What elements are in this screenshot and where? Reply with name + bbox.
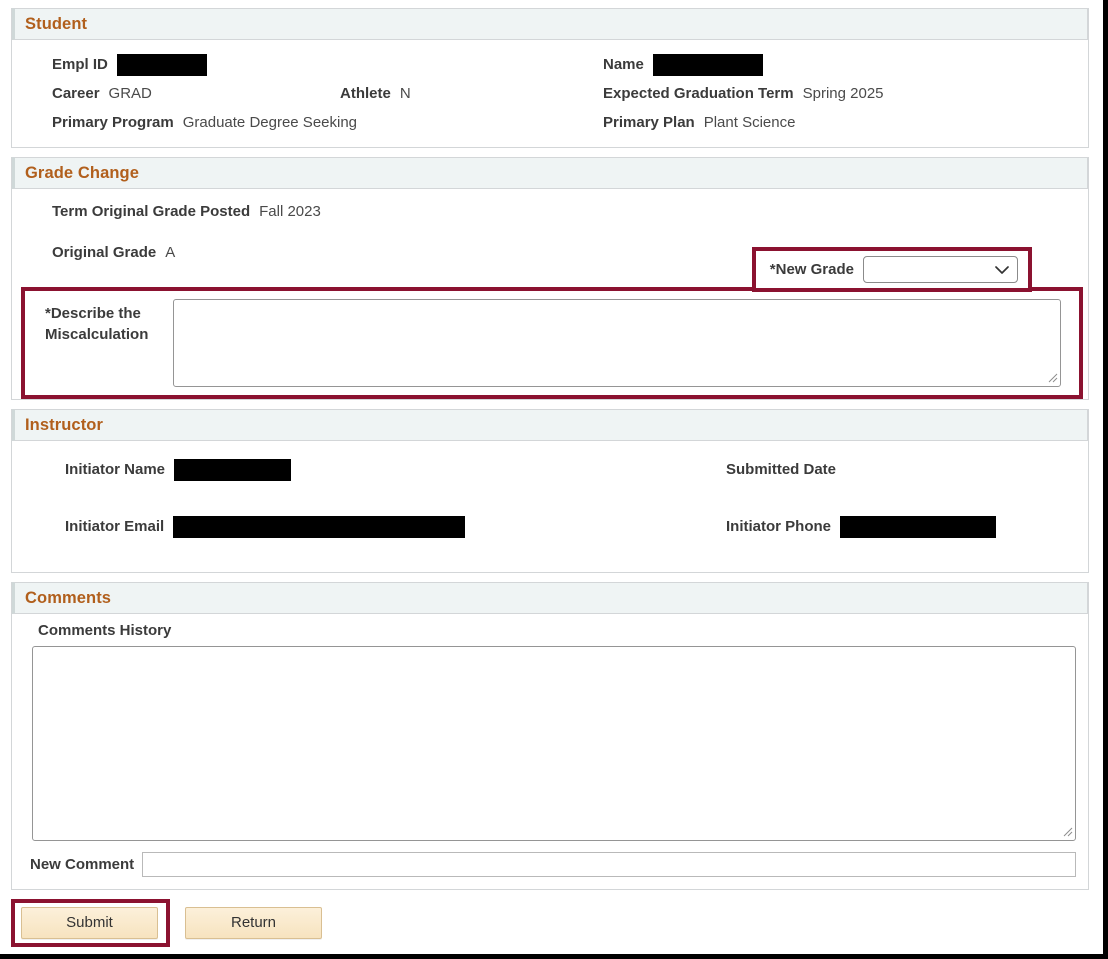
instructor-row-2: Initiator Email Initiator Phone: [12, 512, 1088, 556]
comments-history-holder: [12, 646, 1088, 841]
initiator-email-field: Initiator Email: [65, 512, 610, 541]
return-button[interactable]: Return: [185, 907, 322, 939]
student-row-2: Career GRAD Athlete N Expected Graduatio…: [12, 79, 1088, 108]
grade-change-section-header: Grade Change: [12, 157, 1088, 189]
new-comment-input[interactable]: [142, 852, 1076, 877]
athlete-value: N: [399, 85, 411, 102]
form-content: Student Empl ID Name Career GRAD Athlete…: [11, 8, 1089, 947]
empl-id-redaction: [116, 53, 207, 76]
grade-change-page: Student Empl ID Name Career GRAD Athlete…: [0, 0, 1108, 959]
instructor-section-header: Instructor: [12, 409, 1088, 441]
describe-label-line1: *Describe the: [45, 305, 141, 322]
student-section-header: Student: [12, 8, 1088, 40]
athlete-label: Athlete: [340, 85, 391, 102]
primary-plan-label: Primary Plan: [603, 114, 695, 131]
describe-miscalculation-label: *Describe the Miscalculation: [45, 299, 173, 345]
button-bar: Submit Return: [11, 899, 1089, 947]
submit-button[interactable]: Submit: [21, 907, 158, 939]
grade-change-section: Grade Change Term Original Grade Posted …: [11, 157, 1089, 400]
empl-id-field: Empl ID: [52, 50, 597, 79]
grade-change-section-title: Grade Change: [25, 163, 139, 182]
comments-section-title: Comments: [25, 588, 112, 607]
expected-graduation-term-field: Expected Graduation Term Spring 2025: [603, 79, 1088, 108]
submit-highlight-box: Submit: [11, 899, 170, 947]
submitted-date-label: Submitted Date: [726, 461, 837, 478]
athlete-field: Athlete N: [340, 79, 411, 108]
new-grade-label: *New Grade: [769, 261, 854, 278]
new-grade-highlight-box: *New Grade: [751, 247, 1032, 292]
comments-history-shell: [32, 646, 1076, 841]
instructor-section: Instructor Initiator Name Submitted Date: [11, 409, 1089, 573]
student-section-body: Empl ID Name Career GRAD Athlete N Expec…: [12, 40, 1088, 147]
initiator-email-label: Initiator Email: [65, 518, 165, 535]
comments-section: Comments Comments History New Comment: [11, 582, 1089, 890]
career-field: Career GRAD: [52, 79, 340, 108]
comments-history-label: Comments History: [38, 622, 172, 639]
new-grade-select[interactable]: [863, 256, 1018, 283]
primary-program-label: Primary Program: [52, 114, 174, 131]
term-original-grade-posted-label: Term Original Grade Posted: [52, 203, 251, 220]
initiator-name-field: Initiator Name: [65, 455, 610, 484]
instructor-section-title: Instructor: [25, 415, 104, 434]
term-original-grade-posted-value: Fall 2023: [259, 203, 321, 220]
new-comment-row: New Comment: [12, 841, 1088, 881]
describe-textarea-shell: [173, 299, 1061, 387]
comments-history-textarea[interactable]: [32, 646, 1076, 841]
empl-id-label: Empl ID: [52, 56, 108, 73]
name-label: Name: [603, 56, 644, 73]
instructor-section-body: Initiator Name Submitted Date Initiator …: [12, 441, 1088, 572]
primary-plan-value: Plant Science: [703, 114, 796, 131]
student-row-1: Empl ID Name: [12, 50, 1088, 79]
comments-section-header: Comments: [12, 582, 1088, 614]
primary-program-value: Graduate Degree Seeking: [182, 114, 358, 131]
original-grade-label: Original Grade: [52, 244, 157, 261]
new-comment-label: New Comment: [30, 856, 135, 873]
initiator-phone-redaction: [840, 515, 996, 538]
career-value: GRAD: [108, 85, 152, 102]
primary-program-field: Primary Program Graduate Degree Seeking: [52, 108, 597, 137]
expected-graduation-term-label: Expected Graduation Term: [603, 85, 794, 102]
name-field: Name: [603, 50, 1088, 79]
career-label: Career: [52, 85, 100, 102]
describe-miscalculation-highlight-box: *Describe the Miscalculation: [21, 287, 1083, 399]
new-grade-select-shell: [854, 256, 1018, 283]
initiator-name-label: Initiator Name: [65, 461, 166, 478]
describe-miscalculation-textarea[interactable]: [173, 299, 1061, 387]
initiator-email-redaction: [173, 515, 466, 538]
instructor-row-1: Initiator Name Submitted Date: [12, 455, 1088, 499]
comments-section-body: Comments History New Comment: [12, 614, 1088, 889]
student-section-title: Student: [25, 14, 88, 33]
initiator-name-redaction: [174, 458, 292, 481]
describe-label-line2: Miscalculation: [45, 326, 149, 343]
initiator-phone-field: Initiator Phone: [726, 512, 1088, 541]
student-row-3: Primary Program Graduate Degree Seeking …: [12, 108, 1088, 137]
submitted-date-field: Submitted Date: [726, 455, 1088, 484]
expected-graduation-term-value: Spring 2025: [802, 85, 884, 102]
primary-plan-field: Primary Plan Plant Science: [603, 108, 1088, 137]
term-original-grade-posted-field: Term Original Grade Posted Fall 2023: [12, 197, 1088, 226]
name-redaction: [652, 53, 763, 76]
initiator-phone-label: Initiator Phone: [726, 518, 831, 535]
original-grade-value: A: [165, 244, 176, 261]
student-section: Student Empl ID Name Career GRAD Athlete…: [11, 8, 1089, 148]
grade-change-section-body: Term Original Grade Posted Fall 2023 Ori…: [12, 189, 1088, 399]
